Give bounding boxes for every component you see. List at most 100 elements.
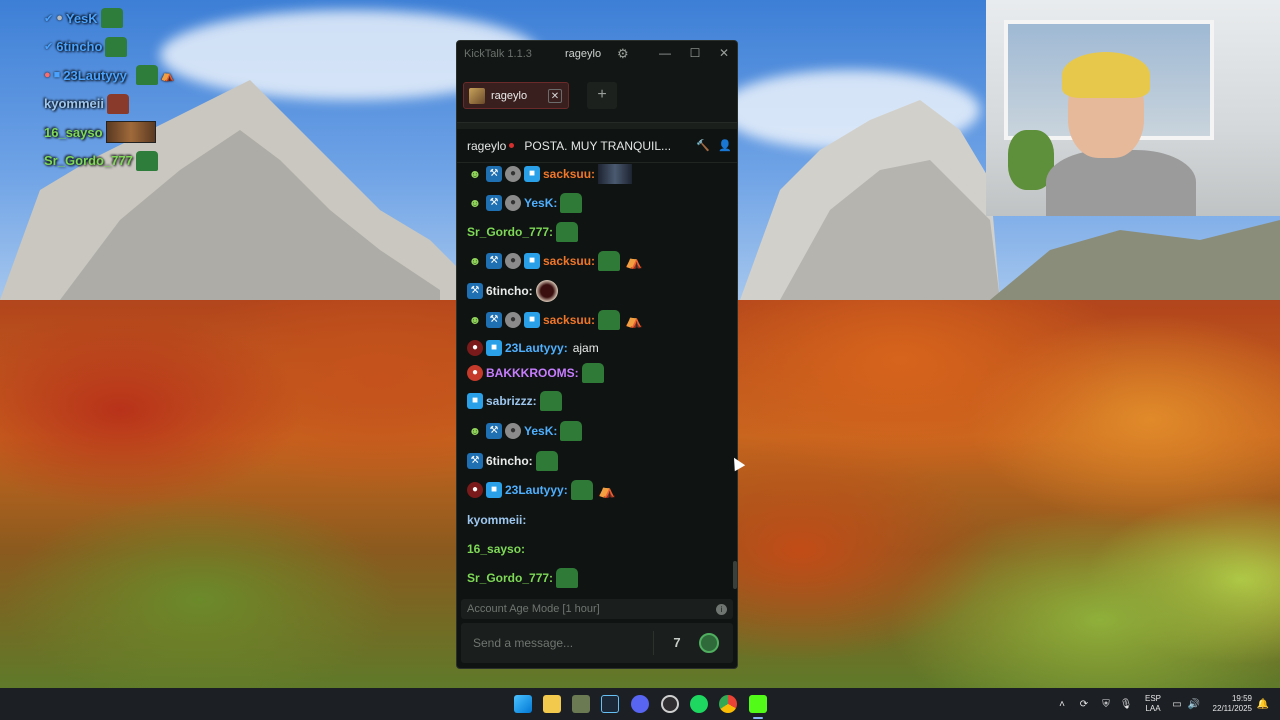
chat-message[interactable]: ● ■ 23Lautyyy: ajam [467,337,599,359]
green-emote-icon[interactable] [560,193,583,213]
chat-message[interactable]: ☻ ⚒ ● ■ sacksuu: ⛺ [467,309,645,331]
mod-badge-icon[interactable]: ⚒ [486,312,502,328]
cube-badge-icon[interactable]: ■ [524,166,540,182]
user-icon[interactable]: 👤 [715,139,735,152]
chat-username[interactable]: Sr_Gordo_777: [467,571,553,585]
green-emote-icon[interactable] [570,480,593,500]
chat-message[interactable]: ☻ ⚒ ● YesK: [467,420,583,442]
chat-message[interactable]: ☻ ⚒ ● YesK: [467,192,583,214]
chat-messages[interactable]: ☻ ⚒ ● ■ sacksuu: ☻ ⚒ ● YesK: Sr_Gordo_777: ☻ ⚒ ● ■ sac… [457,163,731,595]
sub-badge-icon[interactable]: ● [505,423,521,439]
mod-badge-icon[interactable]: ⚒ [486,195,502,211]
microphone-icon[interactable]: 🎙 [1119,688,1133,720]
7tv-emote-icon[interactable]: 7 [667,633,687,653]
obs-icon[interactable] [661,695,679,713]
mod-badge-icon[interactable]: ⚒ [467,453,483,469]
og-badge-icon[interactable]: ☻ [467,166,483,182]
sub-badge-icon[interactable]: ● [505,312,521,328]
sub-badge-icon[interactable]: ● [505,166,521,182]
chat-username[interactable]: sacksuu: [543,313,595,327]
chat-username[interactable]: YesK: [524,196,557,210]
sync-icon[interactable]: ⟳ [1076,688,1092,720]
green-emote-icon[interactable] [556,568,579,588]
green-emote-icon[interactable] [598,251,621,271]
chat-username[interactable]: kyommeii: [467,513,526,527]
cube-badge-icon[interactable]: ■ [486,340,502,356]
chat-message[interactable]: 16_sayso: [467,538,525,560]
notifications-icon[interactable]: 🔔 [1256,688,1270,720]
hat-emote-icon[interactable]: ⛺ [623,310,645,330]
steam-icon[interactable] [601,695,619,713]
volume-icon[interactable]: 🔊 [1186,688,1202,720]
cube-badge-icon[interactable]: ■ [467,393,483,409]
minimize-button[interactable]: — [655,46,675,60]
chat-username[interactable]: 6tincho: [486,454,533,468]
mod-badge-icon[interactable]: ⚒ [486,423,502,439]
cube-badge-icon[interactable]: ■ [524,253,540,269]
green-emote-icon[interactable] [560,421,583,441]
chat-message[interactable]: Sr_Gordo_777: [467,567,579,589]
hat-emote-icon[interactable]: ⛺ [623,251,645,271]
chat-message[interactable]: ☻ ⚒ ● ■ sacksuu: ⛺ [467,250,645,272]
discord-icon[interactable] [631,695,649,713]
chat-username[interactable]: 16_sayso: [467,542,525,556]
security-icon[interactable]: ⛨ [1098,688,1114,720]
chat-username[interactable]: YesK: [524,424,557,438]
green-emote-icon[interactable] [535,451,558,471]
chat-message[interactable]: ● BAKKKROOMS: [467,362,604,384]
system-clock[interactable]: 19:59 22/11/2025 [1206,694,1252,714]
green-emote-icon[interactable] [556,222,579,242]
mod-badge-icon[interactable]: ⚒ [467,283,483,299]
sub-badge-icon[interactable]: ● [505,195,521,211]
ball-emote-icon[interactable] [535,280,558,302]
chat-username[interactable]: sacksuu: [543,167,595,181]
vip-badge-icon[interactable]: ● [467,365,483,381]
settings-gear-icon[interactable]: ⚙ [617,46,629,62]
show-hidden-icons-icon[interactable]: ˄ [1054,688,1070,720]
chat-username[interactable]: 6tincho: [486,284,533,298]
og-badge-icon[interactable]: ☻ [467,253,483,269]
chat-message[interactable]: ● ■ 23Lautyyy: ⛺ [467,479,618,501]
maximize-button[interactable]: ☐ [685,46,705,60]
kick-icon[interactable] [749,695,767,713]
add-tab-button[interactable]: + [587,82,617,109]
mod-tools-icon[interactable]: 🔨 [693,139,713,152]
photo-emote-icon[interactable] [598,164,633,184]
og-badge-icon[interactable]: ☻ [467,312,483,328]
current-user[interactable]: rageylo [565,48,601,60]
fang-badge-icon[interactable]: ● [467,340,483,356]
og-badge-icon[interactable]: ☻ [467,423,483,439]
chat-username[interactable]: 23Lautyyy: [505,483,568,497]
green-emote-icon[interactable] [539,391,562,411]
chat-message[interactable]: Sr_Gordo_777: [467,221,579,243]
green-emote-icon[interactable] [581,363,604,383]
cube-badge-icon[interactable]: ■ [524,312,540,328]
og-badge-icon[interactable]: ☻ [467,195,483,211]
fang-badge-icon[interactable]: ● [467,482,483,498]
chat-message[interactable]: kyommeii: [467,509,526,531]
windows-start-icon[interactable] [514,695,532,713]
title-bar[interactable]: KickTalk 1.1.3 rageylo ⚙ — ☐ ✕ [457,41,737,69]
chat-username[interactable]: sacksuu: [543,254,595,268]
chat-message[interactable]: ⚒ 6tincho: [467,450,558,472]
tab-rageylo[interactable]: rageylo ✕ [463,82,569,109]
chat-message[interactable]: ☻ ⚒ ● ■ sacksuu: [467,163,633,185]
mod-badge-icon[interactable]: ⚒ [486,253,502,269]
cube-badge-icon[interactable]: ■ [486,482,502,498]
game-app-icon[interactable] [572,695,590,713]
sub-badge-icon[interactable]: ● [505,253,521,269]
spotify-icon[interactable] [690,695,708,713]
message-input[interactable] [461,623,651,663]
kick-emote-icon[interactable] [699,633,719,653]
close-window-button[interactable]: ✕ [714,46,734,60]
chat-scrollbar[interactable] [733,561,737,589]
file-explorer-icon[interactable] [543,695,561,713]
mod-badge-icon[interactable]: ⚒ [486,166,502,182]
language-indicator[interactable]: ESP LAA [1143,694,1163,714]
hat-emote-icon[interactable]: ⛺ [596,480,618,500]
tab-close-icon[interactable]: ✕ [548,88,562,103]
chat-username[interactable]: BAKKKROOMS: [486,366,579,380]
chat-message[interactable]: ■ sabrizzz: [467,390,562,412]
info-icon[interactable]: i [716,603,727,615]
display-icon[interactable]: ▭ [1169,688,1185,720]
